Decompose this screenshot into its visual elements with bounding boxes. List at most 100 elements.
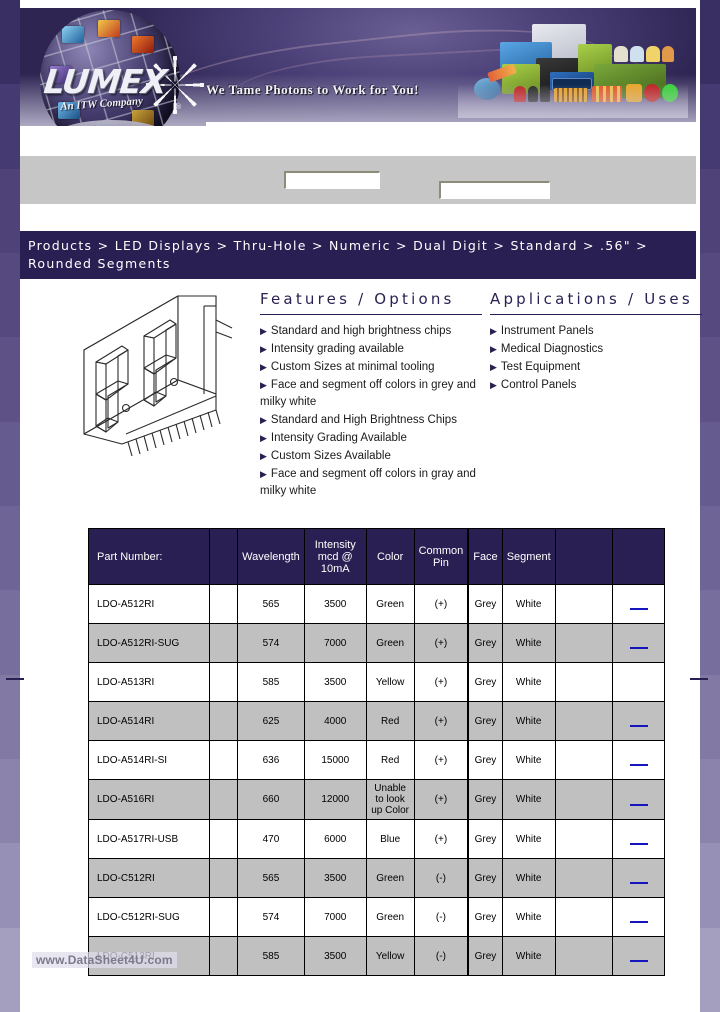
bullet-triangle-icon: ▶	[260, 415, 267, 426]
cell-intensity: 12000	[303, 779, 367, 820]
cell-blank-2	[554, 623, 614, 663]
detail-link-dash[interactable]	[629, 960, 648, 962]
table-row: LDO-A513RI 585 3500 Yellow (+) Grey White	[87, 662, 665, 702]
feature-item: ▶ Custom Sizes Available	[260, 448, 482, 465]
cell-wavelength: 470	[237, 819, 305, 859]
gradient-segment	[0, 0, 20, 85]
led-products-photo	[458, 16, 688, 118]
feature-item: ▶ Standard and High Brightness Chips	[260, 412, 482, 429]
table-body: LDO-A512RI 565 3500 Green (+) Grey White LDO-A5…	[87, 584, 665, 976]
application-item-label: Test Equipment	[500, 361, 581, 374]
table-row: LDO-C512RI-SUG 574 7000 Green (-) Grey White	[87, 897, 665, 937]
cell-intensity: 3500	[303, 858, 367, 898]
cell-common-pin: (-)	[413, 936, 469, 976]
cell-wavelength: 574	[237, 623, 305, 663]
feature-item-label: Standard and High Brightness Chips	[270, 414, 457, 427]
features-divider	[260, 314, 482, 315]
collage-floor-haze	[458, 84, 688, 118]
detail-link-dash[interactable]	[629, 608, 648, 610]
column-header-blank-1	[209, 528, 239, 585]
cell-wavelength: 574	[237, 897, 305, 937]
gradient-segment	[700, 337, 720, 422]
cell-color: Red	[365, 740, 415, 780]
cell-part-number: LDO-A514RI	[87, 701, 211, 741]
detail-link-dash[interactable]	[629, 882, 648, 884]
cell-blank-1	[209, 779, 239, 820]
cell-face: Grey	[467, 819, 503, 859]
cell-detail-link[interactable]	[612, 819, 665, 859]
lumex-logo[interactable]: LUMEX An ITW Company ®	[28, 8, 206, 126]
collage-item	[630, 46, 644, 62]
cell-detail-link[interactable]	[612, 701, 665, 741]
cell-detail-link[interactable]	[612, 779, 665, 820]
intensity-line-3: 10mA	[320, 562, 350, 575]
cell-wavelength: 565	[237, 584, 305, 624]
detail-link-dash[interactable]	[629, 921, 648, 923]
cell-detail-link[interactable]	[612, 858, 665, 898]
cell-common-pin: (+)	[413, 819, 469, 859]
cell-segment: White	[501, 819, 556, 859]
bullet-triangle-icon: ▶	[490, 362, 497, 373]
cell-part-number: LDO-C512RI-SUG	[87, 897, 211, 937]
search-input-primary[interactable]	[284, 171, 380, 189]
cell-blank-1	[209, 819, 239, 859]
features-list: ▶ Standard and high brightness chips ▶ Inte…	[260, 323, 482, 500]
intensity-line-2: mcd @	[317, 550, 353, 563]
bullet-triangle-icon: ▶	[260, 433, 267, 444]
detail-link-dash[interactable]	[629, 843, 648, 845]
cell-intensity: 3500	[303, 662, 367, 702]
intensity-line-1: Intensity	[314, 538, 356, 551]
datasheet-page: LUMEX An ITW Company ® We Tame Photons t…	[0, 0, 720, 1012]
gradient-segment	[700, 84, 720, 169]
column-header-blank-3	[612, 528, 665, 585]
cell-color: Red	[365, 701, 415, 741]
bullet-triangle-icon: ▶	[260, 326, 267, 336]
cell-detail-link[interactable]	[612, 936, 665, 976]
detail-link-dash[interactable]	[629, 803, 648, 806]
detail-link-dash[interactable]	[629, 647, 648, 649]
detail-link-dash[interactable]	[629, 764, 648, 766]
cell-common-pin: (+)	[413, 584, 469, 624]
bullet-triangle-icon: ▶	[490, 326, 497, 336]
feature-item: ▶ Intensity Grading Available	[260, 430, 482, 447]
cell-wavelength: 636	[237, 740, 305, 780]
search-input-secondary[interactable]	[439, 181, 550, 199]
feature-item: ▶ Intensity grading available	[260, 341, 482, 358]
cell-detail-link	[612, 662, 665, 702]
cell-blank-2	[554, 897, 614, 937]
cell-blank-2	[554, 662, 614, 702]
application-item-label: Instrument Panels	[500, 325, 594, 337]
cell-wavelength: 585	[237, 662, 305, 702]
cell-common-pin: (+)	[413, 779, 469, 820]
cell-face: Grey	[467, 936, 503, 976]
gradient-segment	[700, 505, 720, 591]
gradient-segment	[700, 674, 720, 759]
site-slogan: We Tame Photons to Work for You!	[206, 82, 419, 97]
cell-detail-link[interactable]	[612, 623, 665, 663]
column-header-common-pin: Common Pin	[413, 528, 469, 585]
cell-detail-link[interactable]	[612, 897, 665, 937]
applications-title: Applications / Uses	[490, 290, 693, 308]
cell-intensity: 15000	[303, 740, 367, 780]
cell-wavelength: 660	[237, 779, 305, 820]
bullet-triangle-icon: ▶	[260, 451, 267, 462]
gradient-segment	[700, 927, 720, 1012]
collage-item	[662, 46, 674, 62]
masthead-white-strip	[206, 122, 696, 156]
detail-link-dash[interactable]	[629, 725, 648, 727]
cell-blank-2	[554, 740, 614, 780]
column-header-face: Face	[467, 528, 503, 585]
cell-face: Grey	[467, 701, 503, 741]
cell-detail-link[interactable]	[612, 584, 665, 624]
application-item-label: Medical Diagnostics	[500, 343, 604, 356]
gradient-segment	[700, 590, 720, 675]
application-item: ▶ Test Equipment	[490, 359, 702, 376]
cell-color: Yellow	[365, 662, 415, 702]
bullet-triangle-icon: ▶	[260, 380, 267, 391]
cell-part-number: LDO-A512RI-SUG	[87, 623, 211, 663]
cell-segment: White	[501, 662, 556, 702]
cell-face: Grey	[467, 662, 503, 702]
breadcrumb[interactable]: Products > LED Displays > Thru-Hole > Nu…	[20, 231, 696, 280]
cell-blank-2	[554, 779, 614, 820]
cell-detail-link[interactable]	[612, 740, 665, 780]
